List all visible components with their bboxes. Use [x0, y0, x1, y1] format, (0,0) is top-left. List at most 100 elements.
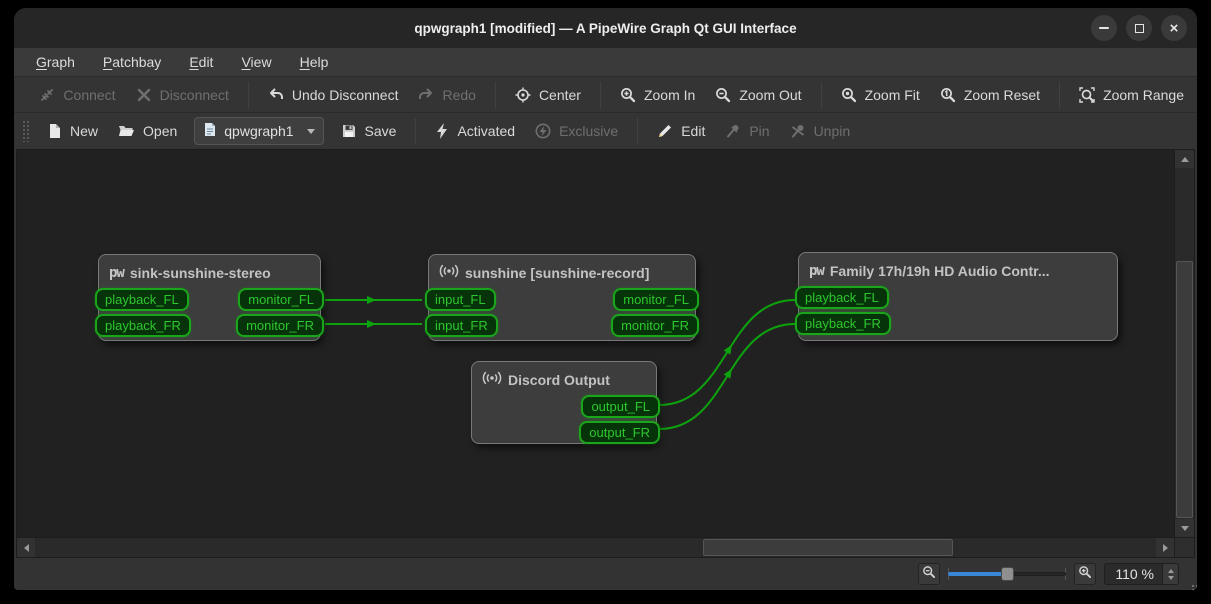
- statusbar-zoom-out-button[interactable]: [918, 563, 941, 585]
- patchbay-file-icon: [203, 122, 217, 140]
- pin-icon: [725, 123, 741, 139]
- port-output-fl[interactable]: output_FL: [581, 395, 660, 418]
- node-sink-sunshine-stereo[interactable]: pw sink-sunshine-stereo playback_FL moni…: [95, 254, 324, 341]
- arrow-icon: [367, 296, 376, 304]
- toolbar-separator: [247, 81, 249, 108]
- unpin-button[interactable]: Unpin: [781, 117, 860, 145]
- center-button[interactable]: Center: [506, 81, 590, 109]
- scroll-right-button[interactable]: [1156, 538, 1174, 557]
- exclusive-button[interactable]: Exclusive: [526, 117, 627, 145]
- node-family-hd-audio[interactable]: pw Family 17h/19h HD Audio Contr... play…: [795, 252, 1118, 341]
- edit-button[interactable]: Edit: [648, 117, 714, 145]
- port-monitor-fr[interactable]: monitor_FR: [236, 314, 324, 337]
- port-monitor-fr[interactable]: monitor_FR: [611, 314, 699, 337]
- arrow-up-icon: [1180, 156, 1189, 162]
- resize-grip[interactable]: [1192, 585, 1194, 587]
- redo-icon: [418, 87, 434, 103]
- menu-help[interactable]: Help: [288, 51, 341, 73]
- zoom-slider[interactable]: [948, 564, 1067, 584]
- zoom-in-button[interactable]: Zoom In: [611, 81, 704, 109]
- arrow-icon: [723, 368, 732, 379]
- port-monitor-fl[interactable]: monitor_FL: [238, 288, 324, 311]
- zoom-slider-fill: [948, 572, 1006, 576]
- toolbar-separator: [637, 118, 639, 144]
- zoom-reset-icon: [940, 87, 956, 103]
- unpin-icon: [790, 123, 806, 139]
- horizontal-scrollbar[interactable]: [17, 537, 1174, 557]
- connect-icon: [39, 87, 55, 103]
- spinbox-arrows[interactable]: [1162, 564, 1178, 584]
- menu-edit[interactable]: Edit: [177, 51, 225, 73]
- node-title: sink-sunshine-stereo: [129, 264, 271, 281]
- center-icon: [515, 87, 531, 103]
- chevron-down-icon: [306, 128, 315, 134]
- scroll-up-button[interactable]: [1175, 150, 1194, 168]
- maximize-button[interactable]: [1126, 15, 1152, 41]
- disconnect-button[interactable]: Disconnect: [127, 81, 238, 109]
- minimize-button[interactable]: [1091, 15, 1117, 41]
- zoom-reset-button[interactable]: Zoom Reset: [931, 81, 1049, 109]
- scroll-down-button[interactable]: [1175, 519, 1194, 537]
- media-icon: [482, 370, 502, 389]
- arrow-right-icon: [1162, 543, 1168, 552]
- zoom-in-icon: [620, 87, 636, 103]
- app-window: qpwgraph1 [modified] — A PipeWire Graph …: [14, 8, 1197, 590]
- save-button[interactable]: Save: [332, 117, 406, 145]
- maximize-icon: [1134, 23, 1144, 33]
- horizontal-scrollbar-thumb[interactable]: [703, 539, 953, 556]
- toolbar-drag-handle[interactable]: [22, 120, 30, 142]
- zoom-percent-value: 110 %: [1115, 566, 1154, 582]
- connections-layer: [325, 296, 796, 430]
- menu-graph[interactable]: Graph: [24, 51, 87, 73]
- graph-viewport[interactable]: pw sink-sunshine-stereo playback_FL moni…: [17, 150, 1174, 537]
- close-button[interactable]: ×: [1161, 15, 1187, 41]
- title-bar: qpwgraph1 [modified] — A PipeWire Graph …: [14, 8, 1197, 48]
- port-input-fl[interactable]: input_FL: [425, 288, 496, 311]
- undo-disconnect-button[interactable]: Undo Disconnect: [259, 81, 408, 109]
- zoom-out-button[interactable]: Zoom Out: [706, 81, 810, 109]
- port-playback-fr[interactable]: playback_FR: [95, 314, 191, 337]
- port-input-fr[interactable]: input_FR: [425, 314, 498, 337]
- node-discord-output[interactable]: Discord Output output_FL output_FR: [471, 361, 660, 444]
- port-playback-fl[interactable]: playback_FL: [95, 288, 189, 311]
- activated-button[interactable]: Activated: [426, 117, 524, 145]
- window-controls: ×: [1091, 15, 1187, 41]
- port-output-fr[interactable]: output_FR: [579, 421, 660, 444]
- arrow-icon: [367, 320, 376, 328]
- menu-view[interactable]: View: [229, 51, 283, 73]
- connect-button[interactable]: Connect: [30, 81, 124, 109]
- statusbar-zoom-in-button[interactable]: [1074, 563, 1097, 585]
- menu-patchbay[interactable]: Patchbay: [91, 51, 173, 73]
- close-icon: ×: [1169, 19, 1179, 37]
- zoom-fit-icon: [841, 87, 857, 103]
- node-sunshine[interactable]: sunshine [sunshine-record] input_FL moni…: [425, 254, 699, 341]
- port-monitor-fl[interactable]: monitor_FL: [613, 288, 699, 311]
- arrow-left-icon: [23, 543, 29, 552]
- node-title: Family 17h/19h HD Audio Contr...: [829, 262, 1050, 279]
- toolbar-main: Connect Disconnect Undo Disconnect Redo …: [14, 76, 1197, 112]
- activated-bolt-icon: [435, 123, 449, 139]
- toolbar-separator: [494, 81, 496, 108]
- zoom-range-button[interactable]: Zoom Range: [1070, 81, 1193, 109]
- scroll-left-button[interactable]: [17, 538, 35, 557]
- patchbay-select[interactable]: qpwgraph1: [194, 117, 324, 145]
- open-button[interactable]: Open: [109, 117, 186, 145]
- graph-canvas-frame: pw sink-sunshine-stereo playback_FL moni…: [16, 149, 1195, 558]
- pin-button[interactable]: Pin: [716, 117, 778, 145]
- port-playback-fr[interactable]: playback_FR: [795, 312, 891, 335]
- media-icon: [439, 263, 459, 282]
- zoom-fit-button[interactable]: Zoom Fit: [832, 81, 929, 109]
- window-title: qpwgraph1 [modified] — A PipeWire Graph …: [414, 20, 797, 36]
- port-playback-fl[interactable]: playback_FL: [795, 286, 889, 309]
- vertical-scrollbar-thumb[interactable]: [1176, 261, 1193, 518]
- scrollbar-corner: [1174, 537, 1194, 557]
- open-folder-icon: [118, 123, 135, 139]
- new-button[interactable]: New: [38, 117, 107, 145]
- save-icon: [341, 123, 357, 139]
- zoom-percent-spinbox[interactable]: 110 %: [1104, 563, 1179, 585]
- minimize-icon: [1099, 27, 1109, 29]
- vertical-scrollbar[interactable]: [1174, 150, 1194, 537]
- redo-button[interactable]: Redo: [409, 81, 484, 109]
- pipewire-icon: pw: [109, 264, 125, 281]
- zoom-slider-handle[interactable]: [1001, 567, 1015, 581]
